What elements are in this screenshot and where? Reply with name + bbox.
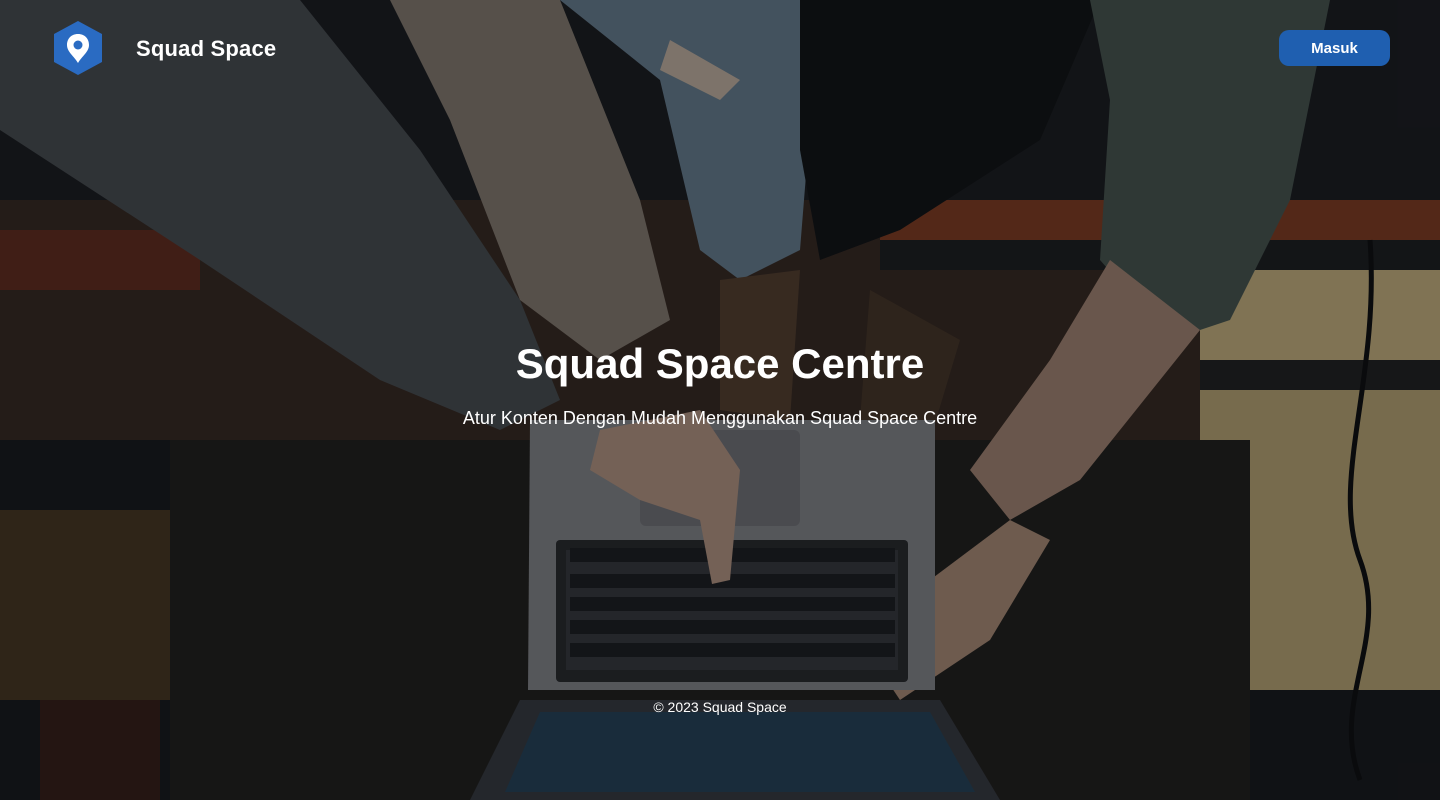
map-pin-hexagon-icon[interactable] (52, 20, 104, 76)
login-button[interactable]: Masuk (1279, 30, 1390, 66)
page-footer: © 2023 Squad Space (0, 697, 1440, 717)
copyright-text: © 2023 Squad Space (653, 699, 787, 715)
hero-subtitle: Atur Konten Dengan Mudah Menggunakan Squ… (462, 408, 978, 428)
hero-title: Squad Space Centre (515, 340, 925, 387)
hero-section: Squad Space Centre Atur Konten Dengan Mu… (0, 336, 1440, 430)
landing-page: Squad Space Masuk Squad Space Centre Atu… (0, 0, 1440, 800)
brand-name[interactable]: Squad Space (136, 35, 276, 63)
top-navbar: Squad Space Masuk (0, 0, 1440, 96)
